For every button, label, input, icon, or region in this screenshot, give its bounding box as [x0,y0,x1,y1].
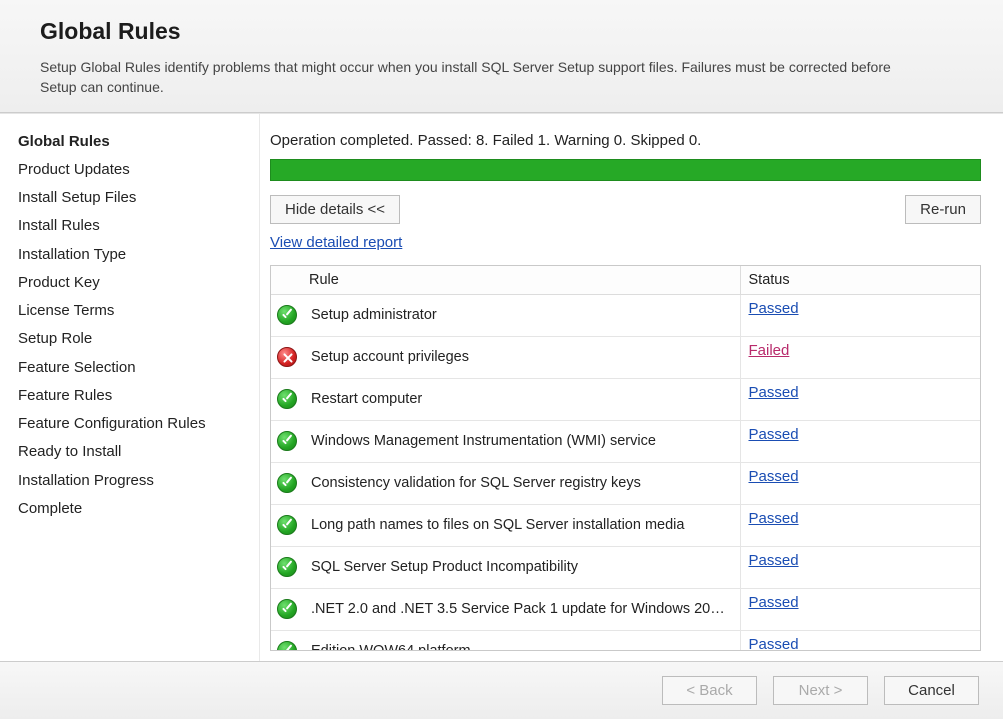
rule-name-cell: Edition WOW64 platform [303,630,740,651]
rule-status-cell: Passed [740,630,980,651]
sidebar-item[interactable]: Global Rules [18,132,249,152]
rule-status-cell: Passed [740,462,980,504]
sidebar: Global Rules Product Updates Install Setup… [0,114,260,661]
rule-status-icon-cell [271,546,303,588]
rule-name-cell: Windows Management Instrumentation (WMI)… [303,420,740,462]
rule-status-icon-cell [271,588,303,630]
rules-table-header-rule: Rule [303,266,740,295]
rule-status-icon-cell [271,294,303,336]
footer: < Back Next > Cancel [0,661,1003,719]
rules-table-header-status: Status [740,266,980,295]
sidebar-item[interactable]: Feature Rules [18,386,249,406]
error-icon [277,347,297,367]
sidebar-item[interactable]: Product Updates [18,160,249,180]
rule-status-icon-cell [271,336,303,378]
rule-name-cell: .NET 2.0 and .NET 3.5 Service Pack 1 upd… [303,588,740,630]
check-icon [277,515,297,535]
table-row: Setup account privileges Failed [271,336,980,378]
rule-status-link[interactable]: Passed [749,510,799,527]
sidebar-item[interactable]: License Terms [18,301,249,321]
rerun-button[interactable]: Re-run [905,195,981,224]
sidebar-item[interactable]: Feature Configuration Rules [18,414,249,434]
back-button[interactable]: < Back [662,676,757,705]
rule-name-cell: Setup account privileges [303,336,740,378]
check-icon [277,389,297,409]
rule-status-link[interactable]: Passed [749,636,799,651]
rule-status-icon-cell [271,420,303,462]
rule-status-cell: Passed [740,294,980,336]
check-icon [277,641,297,651]
rules-table-container: Rule Status Setup administratorPassedSet… [270,265,981,651]
rule-name-cell: Restart computer [303,378,740,420]
check-icon [277,431,297,451]
table-row: SQL Server Setup Product Incompatibility… [271,546,980,588]
sidebar-item[interactable]: Setup Role [18,329,249,349]
table-row: Long path names to files on SQL Server i… [271,504,980,546]
rule-status-cell: Passed [740,546,980,588]
table-row: Consistency validation for SQL Server re… [271,462,980,504]
rule-name-cell: Long path names to files on SQL Server i… [303,504,740,546]
rule-status-link[interactable]: Passed [749,468,799,485]
check-icon [277,557,297,577]
next-button[interactable]: Next > [773,676,868,705]
rule-status-link[interactable]: Passed [749,552,799,569]
sidebar-item[interactable]: Install Setup Files [18,188,249,208]
sidebar-item[interactable]: Complete [18,499,249,519]
check-icon [277,305,297,325]
operation-status: Operation completed. Passed: 8. Failed 1… [270,132,981,149]
rule-status-cell: Passed [740,378,980,420]
rule-status-icon-cell [271,462,303,504]
sidebar-item[interactable]: Install Rules [18,216,249,236]
rule-name-cell: Consistency validation for SQL Server re… [303,462,740,504]
rule-status-cell: Passed [740,420,980,462]
sidebar-item[interactable]: Feature Selection [18,358,249,378]
sidebar-item[interactable]: Product Key [18,273,249,293]
rule-status-link[interactable]: Failed [749,342,790,359]
progress-bar [270,159,981,181]
check-icon [277,599,297,619]
rule-status-icon-cell [271,504,303,546]
rule-status-link[interactable]: Passed [749,426,799,443]
table-row: Edition WOW64 platform Passed [271,630,980,651]
rules-table-header-icon [271,266,303,295]
sidebar-item[interactable]: Installation Progress [18,471,249,491]
rule-status-cell: Failed [740,336,980,378]
rules-table: Rule Status Setup administratorPassedSet… [271,266,980,651]
rule-status-icon-cell [271,378,303,420]
main-panel: Operation completed. Passed: 8. Failed 1… [260,114,1003,661]
sidebar-item[interactable]: Installation Type [18,245,249,265]
view-detailed-report-link[interactable]: View detailed report [270,234,981,251]
table-row: Setup administrator Passed [271,294,980,336]
rule-name-cell: Setup administrator [303,294,740,336]
table-row: Restart computer Passed [271,378,980,420]
rule-status-icon-cell [271,630,303,651]
hide-details-button[interactable]: Hide details << [270,195,400,224]
header: Global Rules Setup Global Rules identify… [0,0,1003,113]
rule-name-cell: SQL Server Setup Product Incompatibility [303,546,740,588]
rule-status-cell: Passed [740,588,980,630]
check-icon [277,473,297,493]
table-row: .NET 2.0 and .NET 3.5 Service Pack 1 upd… [271,588,980,630]
sidebar-item[interactable]: Ready to Install [18,442,249,462]
table-row: Windows Management Instrumentation (WMI)… [271,420,980,462]
page-title: Global Rules [40,18,963,45]
rule-status-cell: Passed [740,504,980,546]
cancel-button[interactable]: Cancel [884,676,979,705]
rule-status-link[interactable]: Passed [749,384,799,401]
rule-status-link[interactable]: Passed [749,594,799,611]
rule-status-link[interactable]: Passed [749,300,799,317]
page-subtitle: Setup Global Rules identify problems tha… [40,57,920,98]
